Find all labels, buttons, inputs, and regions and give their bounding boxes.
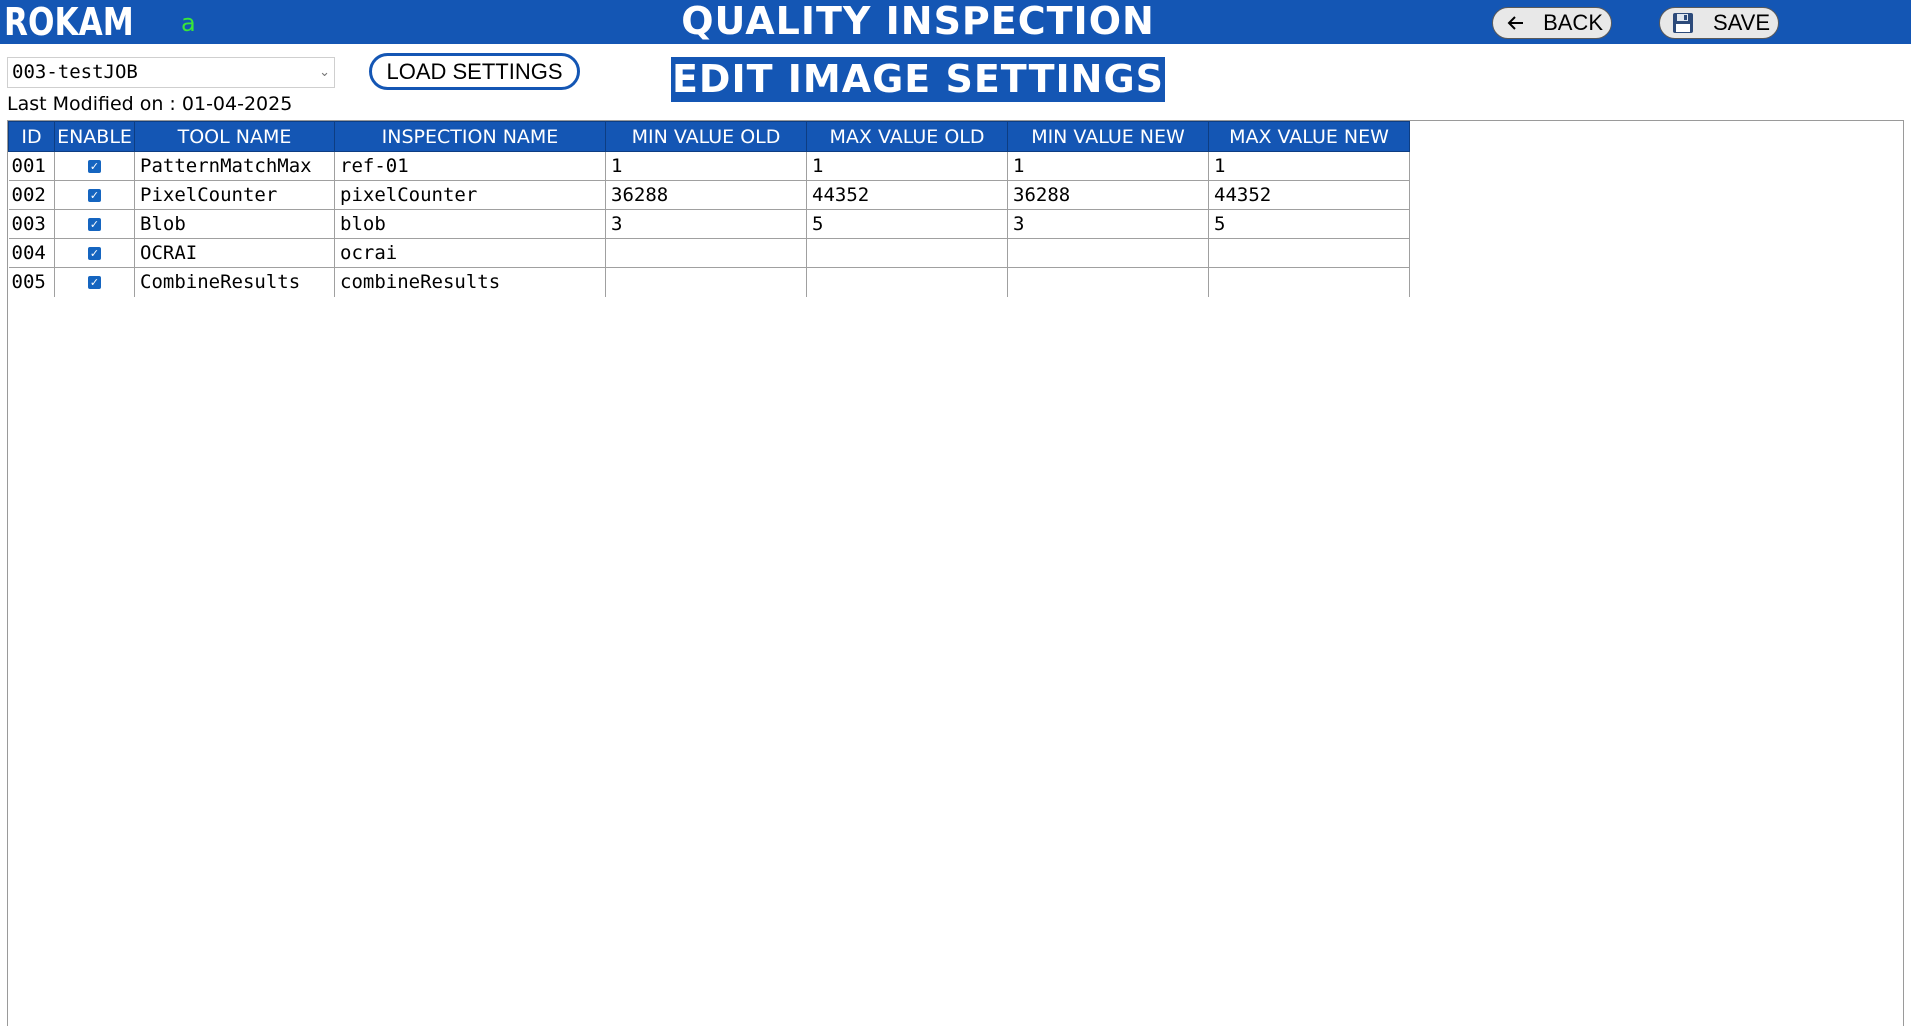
cell-max-value-old[interactable]: 1 bbox=[806, 151, 1008, 181]
save-label: SAVE bbox=[1712, 10, 1770, 35]
save-button[interactable]: SAVE bbox=[1659, 7, 1779, 39]
cell-tool-name[interactable]: PatternMatchMax bbox=[134, 151, 335, 181]
table-header-row: ID ENABLE TOOL NAME INSPECTION NAME MIN … bbox=[8, 121, 1410, 152]
cell-inspection-name[interactable]: blob bbox=[334, 209, 606, 239]
last-modified-date: 01-04-2025 bbox=[181, 93, 293, 115]
enable-checkbox[interactable]: ✓ bbox=[88, 160, 101, 173]
cell-inspection-name[interactable]: pixelCounter bbox=[334, 180, 606, 210]
back-button[interactable]: BACK bbox=[1492, 7, 1612, 39]
column-header-enable[interactable]: ENABLE bbox=[54, 121, 135, 152]
table-row[interactable]: 004 ✓ OCRAI ocrai bbox=[8, 238, 1410, 268]
title-bar: ROKAM a QUALITY INSPECTION BACK SAVE bbox=[0, 0, 1911, 44]
cell-min-value-old[interactable]: 36288 bbox=[605, 180, 807, 210]
column-header-inspection-name[interactable]: INSPECTION NAME bbox=[334, 121, 606, 152]
cell-max-value-old[interactable] bbox=[806, 238, 1008, 268]
column-header-min-value-old[interactable]: MIN VALUE OLD bbox=[605, 121, 807, 152]
cell-tool-name[interactable]: PixelCounter bbox=[134, 180, 335, 210]
cell-min-value-new[interactable] bbox=[1007, 267, 1209, 297]
cell-id: 003 bbox=[8, 209, 55, 239]
cell-tool-name[interactable]: Blob bbox=[134, 209, 335, 239]
inspection-table: ID ENABLE TOOL NAME INSPECTION NAME MIN … bbox=[8, 121, 1410, 297]
last-modified: Last Modified on : 01-04-2025 bbox=[7, 92, 292, 116]
table-row[interactable]: 001 ✓ PatternMatchMax ref-01 1 1 1 1 bbox=[8, 151, 1410, 181]
cell-inspection-name[interactable]: combineResults bbox=[334, 267, 606, 297]
column-header-tool-name[interactable]: TOOL NAME bbox=[134, 121, 335, 152]
cell-min-value-old[interactable]: 3 bbox=[605, 209, 807, 239]
table-row[interactable]: 003 ✓ Blob blob 3 5 3 5 bbox=[8, 209, 1410, 239]
back-label: BACK bbox=[1543, 10, 1603, 35]
enable-checkbox[interactable]: ✓ bbox=[88, 189, 101, 202]
cell-id: 004 bbox=[8, 238, 55, 268]
cell-enable: ✓ bbox=[54, 151, 135, 181]
floppy-disk-icon bbox=[1668, 8, 1698, 38]
cell-enable: ✓ bbox=[54, 209, 135, 239]
cell-min-value-new[interactable]: 36288 bbox=[1007, 180, 1209, 210]
section-title: EDIT IMAGE SETTINGS bbox=[671, 57, 1165, 102]
enable-checkbox[interactable]: ✓ bbox=[88, 276, 101, 290]
cell-max-value-new[interactable]: 44352 bbox=[1208, 180, 1410, 210]
job-select-value: 003-testJOB bbox=[12, 61, 138, 83]
cell-max-value-new[interactable]: 5 bbox=[1208, 209, 1410, 239]
enable-checkbox[interactable]: ✓ bbox=[88, 247, 101, 260]
cell-inspection-name[interactable]: ocrai bbox=[334, 238, 606, 268]
column-header-min-value-new[interactable]: MIN VALUE NEW bbox=[1007, 121, 1209, 152]
cell-enable: ✓ bbox=[54, 180, 135, 210]
chevron-down-icon: ⌄ bbox=[319, 65, 330, 80]
column-header-id[interactable]: ID bbox=[8, 121, 55, 152]
table-row[interactable]: 002 ✓ PixelCounter pixelCounter 36288 44… bbox=[8, 180, 1410, 210]
enable-checkbox[interactable]: ✓ bbox=[88, 218, 101, 231]
cell-max-value-old[interactable]: 5 bbox=[806, 209, 1008, 239]
cell-max-value-old[interactable]: 44352 bbox=[806, 180, 1008, 210]
cell-max-value-new[interactable] bbox=[1208, 238, 1410, 268]
cell-enable: ✓ bbox=[54, 238, 135, 268]
arrow-left-icon bbox=[1501, 8, 1531, 38]
column-header-max-value-new[interactable]: MAX VALUE NEW bbox=[1208, 121, 1410, 152]
cell-tool-name[interactable]: CombineResults bbox=[134, 267, 335, 297]
cell-min-value-old[interactable] bbox=[605, 238, 807, 268]
cell-min-value-new[interactable]: 3 bbox=[1007, 209, 1209, 239]
cell-max-value-new[interactable]: 1 bbox=[1208, 151, 1410, 181]
cell-min-value-old[interactable]: 1 bbox=[605, 151, 807, 181]
column-header-max-value-old[interactable]: MAX VALUE OLD bbox=[806, 121, 1008, 152]
job-select[interactable]: 003-testJOB ⌄ bbox=[7, 57, 335, 88]
load-settings-button[interactable]: LOAD SETTINGS bbox=[369, 53, 580, 90]
table-row[interactable]: 005 ✓ CombineResults combineResults bbox=[8, 267, 1410, 297]
cell-enable: ✓ bbox=[54, 267, 135, 297]
cell-min-value-old[interactable] bbox=[605, 267, 807, 297]
inspection-grid-panel: ID ENABLE TOOL NAME INSPECTION NAME MIN … bbox=[7, 120, 1904, 1026]
cell-id: 001 bbox=[8, 151, 55, 181]
cell-min-value-new[interactable]: 1 bbox=[1007, 151, 1209, 181]
cell-min-value-new[interactable] bbox=[1007, 238, 1209, 268]
cell-max-value-old[interactable] bbox=[806, 267, 1008, 297]
last-modified-label: Last Modified on : bbox=[7, 93, 182, 115]
cell-max-value-new[interactable] bbox=[1208, 267, 1410, 297]
cell-inspection-name[interactable]: ref-01 bbox=[334, 151, 606, 181]
cell-id: 002 bbox=[8, 180, 55, 210]
cell-tool-name[interactable]: OCRAI bbox=[134, 238, 335, 268]
cell-id: 005 bbox=[8, 267, 55, 297]
